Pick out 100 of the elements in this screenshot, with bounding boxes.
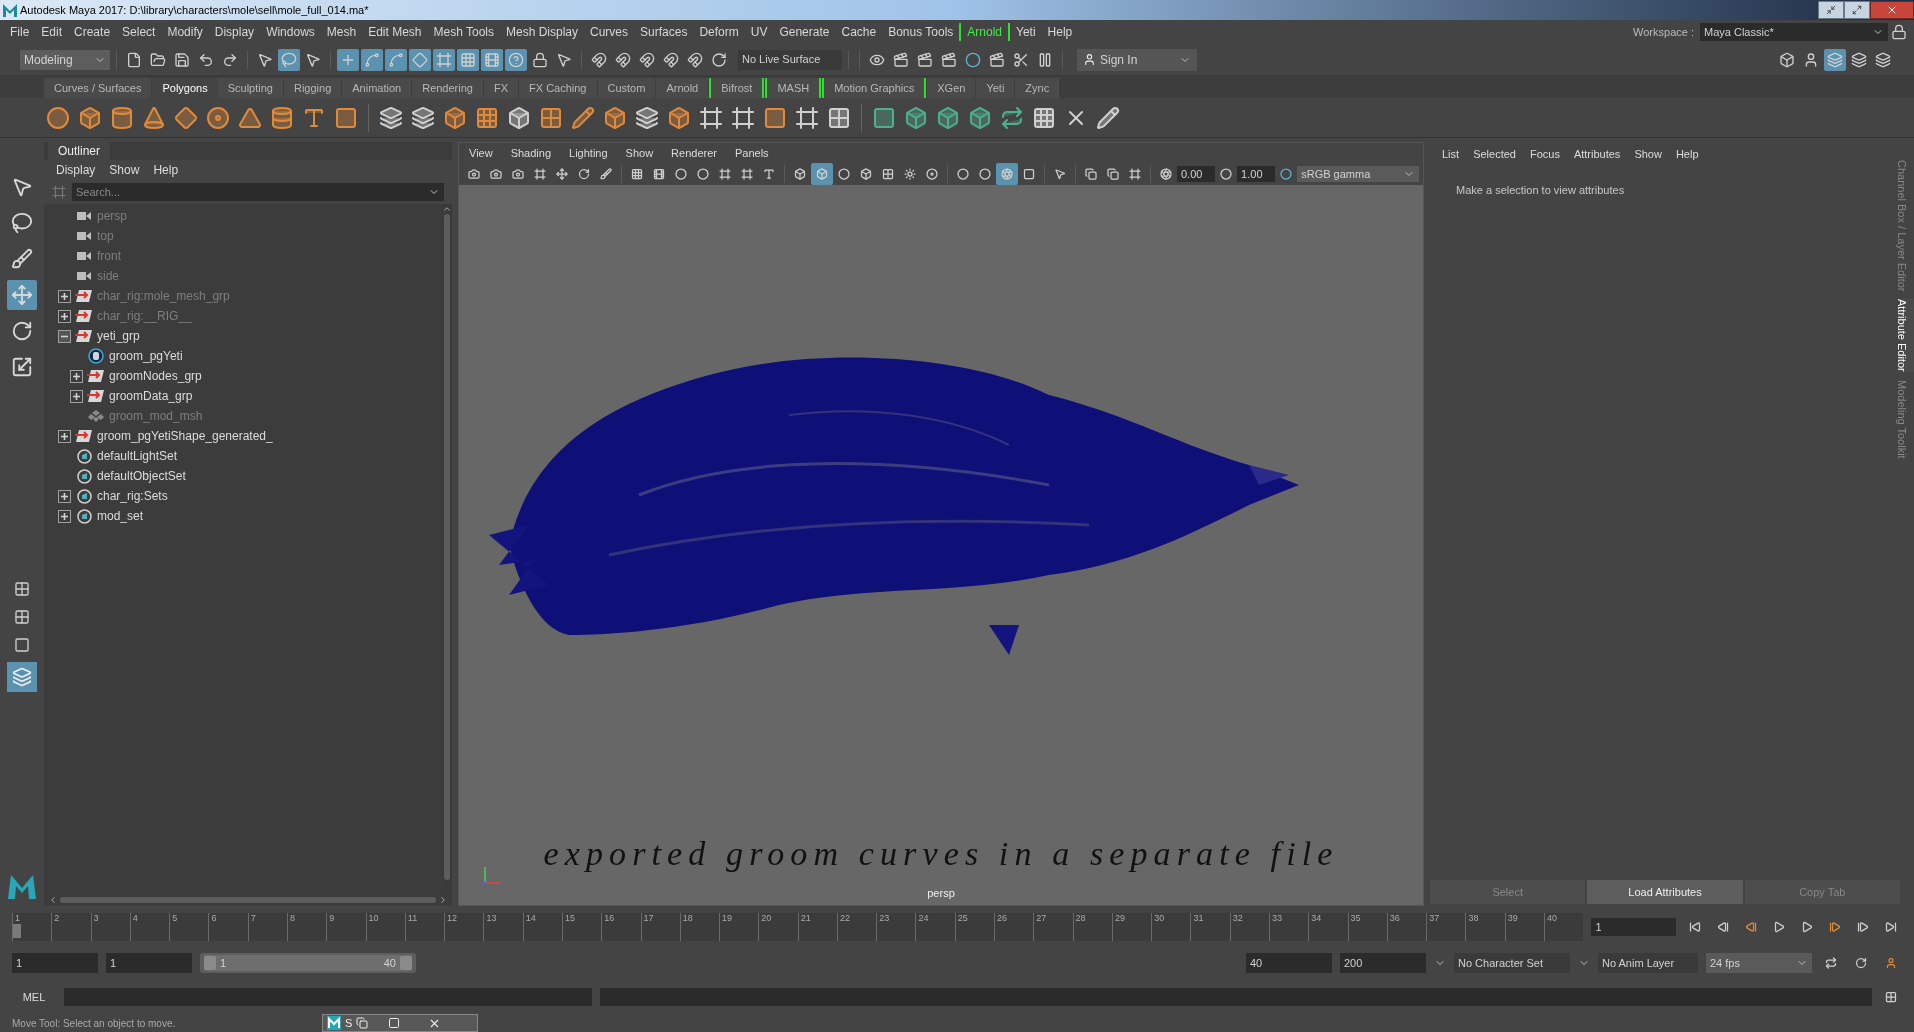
expand-toggle[interactable]: [58, 309, 71, 323]
scrollbar-thumb[interactable]: [444, 214, 450, 880]
range-handle[interactable]: [204, 956, 216, 970]
shelf-tab[interactable]: Rigging: [283, 78, 342, 98]
shelf-tab[interactable]: Animation: [342, 78, 412, 98]
shelf-tab[interactable]: Rendering: [412, 78, 483, 98]
scroll-left-icon[interactable]: [48, 895, 58, 905]
menu-item[interactable]: Help: [153, 161, 179, 179]
expand-toggle[interactable]: [70, 389, 83, 403]
side-tab[interactable]: Attribute Editor: [1900, 299, 1914, 373]
menu-item[interactable]: Edit: [35, 23, 69, 41]
layers-icon[interactable]: [1824, 48, 1846, 71]
menu-item[interactable]: Shading: [510, 144, 552, 162]
menu-item[interactable]: File: [4, 23, 36, 41]
maximize-button[interactable]: [1844, 1, 1870, 19]
exposure-field[interactable]: 0.00: [1177, 166, 1216, 182]
expand-toggle[interactable]: [58, 429, 71, 443]
shelf-tab[interactable]: Zync: [1015, 78, 1060, 98]
menu-item[interactable]: Generate: [773, 23, 836, 41]
menu-item[interactable]: Arnold: [959, 23, 1010, 41]
menu-item[interactable]: Lighting: [569, 144, 608, 162]
command-field[interactable]: [64, 988, 592, 1006]
character-set-field[interactable]: No Character Set: [1454, 953, 1570, 973]
outliner-item[interactable]: groom_pgYetiShape_generated_: [97, 427, 273, 445]
menu-item[interactable]: Curves: [584, 23, 635, 41]
snap-curve-icon[interactable]: [385, 48, 407, 71]
minimize-button[interactable]: [1818, 1, 1844, 19]
outliner-item[interactable]: yeti_grp: [97, 327, 140, 345]
restore-icon[interactable]: [356, 1017, 369, 1029]
menu-item[interactable]: Show: [1634, 145, 1662, 163]
end-field[interactable]: 200: [1340, 953, 1426, 973]
expand-toggle[interactable]: [58, 509, 71, 523]
menu-item[interactable]: Select: [116, 23, 162, 41]
menu-item[interactable]: Help: [1675, 145, 1699, 163]
shelf-tab[interactable]: MASH: [765, 78, 822, 98]
menu-item[interactable]: Display: [56, 161, 96, 179]
snap-point-icon[interactable]: [409, 48, 431, 71]
fps-dropdown[interactable]: 24 fps: [1706, 953, 1812, 973]
outliner-item[interactable]: defaultLightSet: [97, 447, 178, 465]
menu-item[interactable]: Mesh Display: [500, 23, 585, 41]
menu-item[interactable]: Surfaces: [634, 23, 694, 41]
menu-item[interactable]: Renderer: [671, 144, 717, 162]
lasso-icon[interactable]: [278, 48, 300, 71]
current-frame-field[interactable]: 1: [1591, 918, 1676, 936]
workspace-dropdown[interactable]: Maya Classic*: [1700, 23, 1888, 41]
current-frame-marker[interactable]: [13, 924, 21, 938]
menu-item[interactable]: Focus: [1529, 145, 1560, 163]
shelf-tab[interactable]: Motion Graphics: [822, 78, 927, 98]
menu-item[interactable]: Yeti: [1010, 23, 1042, 41]
mode-dropdown[interactable]: Modeling: [20, 49, 110, 70]
outliner-item[interactable]: groomData_grp: [109, 387, 193, 405]
menu-item[interactable]: Display: [208, 23, 261, 41]
menu-item[interactable]: View: [469, 144, 493, 162]
shelf-tab[interactable]: Polygons: [152, 78, 218, 98]
menu-item[interactable]: Create: [68, 23, 117, 41]
menu-item[interactable]: Deform: [693, 23, 745, 41]
shelf-tab[interactable]: Sculpting: [217, 78, 283, 98]
menu-item[interactable]: Show: [625, 144, 654, 162]
snap-grid-icon[interactable]: [457, 48, 479, 71]
outliner-item[interactable]: groomNodes_grp: [109, 367, 202, 385]
playback-end-field[interactable]: 40: [1246, 953, 1332, 973]
menu-item[interactable]: Mesh Tools: [427, 23, 500, 41]
film-icon[interactable]: [481, 48, 503, 71]
menu-item[interactable]: Help: [1041, 23, 1079, 41]
time-slider[interactable]: 1 2 3 4 5 6 7 8 9 10 11 12 13 14 15 16 17 18 19 20 21 22 23 24 25 26 27 28 29 30 31 32 33 34 35 36 37 38 39 40: [12, 913, 1584, 941]
language-label[interactable]: MEL: [12, 988, 56, 1006]
menu-item[interactable]: List: [1442, 145, 1460, 163]
sign-in-dropdown[interactable]: Sign In: [1077, 48, 1197, 71]
viewport-canvas[interactable]: exported groom curves in a separate file persp: [459, 185, 1423, 905]
expand-toggle[interactable]: [58, 289, 71, 303]
mini-window[interactable]: S: [322, 1014, 478, 1032]
start-field[interactable]: 1: [12, 953, 98, 973]
maximize-icon[interactable]: [388, 1017, 401, 1029]
playback-start-field[interactable]: 1: [106, 953, 192, 973]
panel-button[interactable]: Load Attributes: [1587, 880, 1743, 904]
menu-item[interactable]: Windows: [260, 23, 321, 41]
shelf-tab[interactable]: FX Caching: [519, 78, 597, 98]
help-icon[interactable]: [505, 48, 527, 71]
scroll-up-icon[interactable]: [442, 204, 452, 214]
outliner-item[interactable]: groom_pgYeti: [109, 347, 183, 365]
outliner-layout-icon[interactable]: [7, 662, 37, 692]
menu-item[interactable]: Selected: [1473, 145, 1516, 163]
shelf-tab[interactable]: XGen: [927, 78, 976, 98]
anim-layer-field[interactable]: No Anim Layer: [1598, 953, 1698, 973]
scroll-right-icon[interactable]: [438, 895, 448, 905]
shelf-tab[interactable]: Curves / Surfaces: [44, 78, 152, 98]
outliner-item[interactable]: defaultObjectSet: [97, 467, 186, 485]
menu-item[interactable]: Mesh: [320, 23, 363, 41]
menu-item[interactable]: Modify: [161, 23, 209, 41]
shelf-tab[interactable]: Custom: [597, 78, 656, 98]
expand-toggle[interactable]: [58, 489, 71, 503]
gamma-field[interactable]: 1.00: [1237, 166, 1276, 182]
menu-item[interactable]: UV: [744, 23, 774, 41]
menu-item[interactable]: Cache: [835, 23, 883, 41]
collapse-toggle[interactable]: [58, 329, 71, 343]
range-handle[interactable]: [400, 956, 412, 970]
snap-grid-icon[interactable]: [337, 48, 359, 71]
panel-tab[interactable]: Outliner: [48, 142, 111, 160]
menu-item[interactable]: Bonus Tools: [882, 23, 960, 41]
scrollbar-thumb[interactable]: [60, 897, 436, 903]
